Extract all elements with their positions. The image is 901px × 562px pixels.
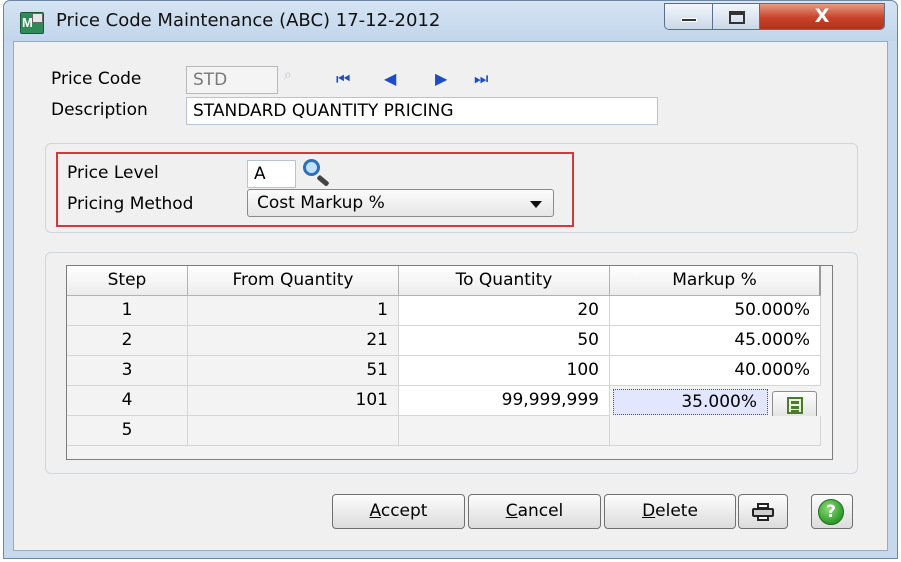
pricing-grid: Step From Quantity To Quantity Markup % … <box>66 265 833 460</box>
price-level-label: Price Level <box>67 163 159 183</box>
grid-cell-to-quantity[interactable]: 50 <box>399 326 610 356</box>
grid-cell-to-quantity[interactable]: 20 <box>399 296 610 326</box>
description-label: Description <box>51 100 148 120</box>
previous-record-icon[interactable]: ◀ <box>384 69 396 88</box>
description-field[interactable]: STANDARD QUANTITY PRICING <box>186 97 658 125</box>
grid-cell-markup-active[interactable]: 35.000% <box>613 389 768 415</box>
calculator-icon <box>787 397 803 414</box>
delete-hotkey: D <box>642 501 656 521</box>
price-code-maintenance-window: M Price Code Maintenance (ABC) 17-12-201… <box>3 0 898 559</box>
grid-cell-step[interactable]: 4 <box>67 386 188 416</box>
next-record-icon[interactable]: ▶ <box>435 69 447 88</box>
grid-cell-to-quantity[interactable]: 100 <box>399 356 610 386</box>
grid-cell-from-quantity[interactable]: 1 <box>188 296 399 326</box>
grid-cell-step[interactable]: 5 <box>67 416 188 446</box>
grid-cell-step[interactable]: 1 <box>67 296 188 326</box>
accept-label: ccept <box>380 501 428 521</box>
price-level-field[interactable]: A <box>247 160 296 188</box>
grid-cell-to-quantity[interactable]: 99,999,999 <box>399 386 610 416</box>
last-record-icon[interactable]: ⏭ <box>474 69 488 89</box>
pricing-method-label: Pricing Method <box>67 194 194 214</box>
window-controls: X <box>664 3 885 30</box>
app-icon: M <box>20 12 44 34</box>
grid-cell-from-quantity[interactable]: 51 <box>188 356 399 386</box>
close-icon: X <box>814 5 830 27</box>
magnifier-icon[interactable] <box>301 157 337 187</box>
maximize-icon <box>728 11 745 24</box>
grid-cell-from-quantity[interactable] <box>188 416 399 446</box>
grid-cell-markup[interactable]: 40.000% <box>610 356 821 386</box>
grid-cell-step[interactable]: 3 <box>67 356 188 386</box>
column-header-to-quantity[interactable]: To Quantity <box>399 266 610 296</box>
column-header-from-quantity[interactable]: From Quantity <box>188 266 399 296</box>
grid-cell-from-quantity[interactable]: 101 <box>188 386 399 416</box>
grid-cell-step[interactable]: 2 <box>67 326 188 356</box>
cancel-hotkey: C <box>505 501 518 521</box>
cancel-button[interactable]: Cancel <box>468 494 601 529</box>
grid-cell-from-quantity[interactable]: 21 <box>188 326 399 356</box>
column-header-markup[interactable]: Markup % <box>610 266 821 296</box>
grid-cell-to-quantity[interactable] <box>399 416 610 446</box>
minimize-icon <box>681 18 697 22</box>
delete-button[interactable]: Delete <box>604 494 736 529</box>
help-icon: ? <box>818 499 844 525</box>
minimize-button[interactable] <box>665 4 713 29</box>
grid-cell-markup[interactable] <box>610 416 821 446</box>
lookup-disabled-icon: ⌕ <box>284 67 292 83</box>
printer-icon <box>752 503 774 521</box>
calculator-button[interactable] <box>772 391 817 419</box>
dialog-body: Price Code STD ⌕ ⏮ ◀ ▶ ⏭ Description STA… <box>13 41 888 551</box>
close-button[interactable]: X <box>760 4 884 29</box>
pricing-method-value: Cost Markup % <box>257 193 385 213</box>
cancel-label: ancel <box>517 501 564 521</box>
delete-label: elete <box>655 501 698 521</box>
window-title: Price Code Maintenance (ABC) 17-12-2012 <box>56 10 441 31</box>
price-code-label: Price Code <box>51 69 142 89</box>
title-bar[interactable]: M Price Code Maintenance (ABC) 17-12-201… <box>4 1 897 41</box>
grid-cell-markup[interactable]: 45.000% <box>610 326 821 356</box>
pricing-method-select[interactable]: Cost Markup % <box>247 189 554 217</box>
grid-cell-markup[interactable]: 50.000% <box>610 296 821 326</box>
accept-hotkey: A <box>369 501 381 521</box>
chevron-down-icon <box>530 201 542 208</box>
print-button[interactable] <box>738 494 788 529</box>
column-header-step[interactable]: Step <box>67 266 188 296</box>
price-code-field[interactable]: STD <box>186 66 278 94</box>
first-record-icon[interactable]: ⏮ <box>336 69 350 89</box>
accept-button[interactable]: Accept <box>332 494 465 529</box>
maximize-button[interactable] <box>712 4 761 29</box>
help-button[interactable]: ? <box>811 494 853 529</box>
